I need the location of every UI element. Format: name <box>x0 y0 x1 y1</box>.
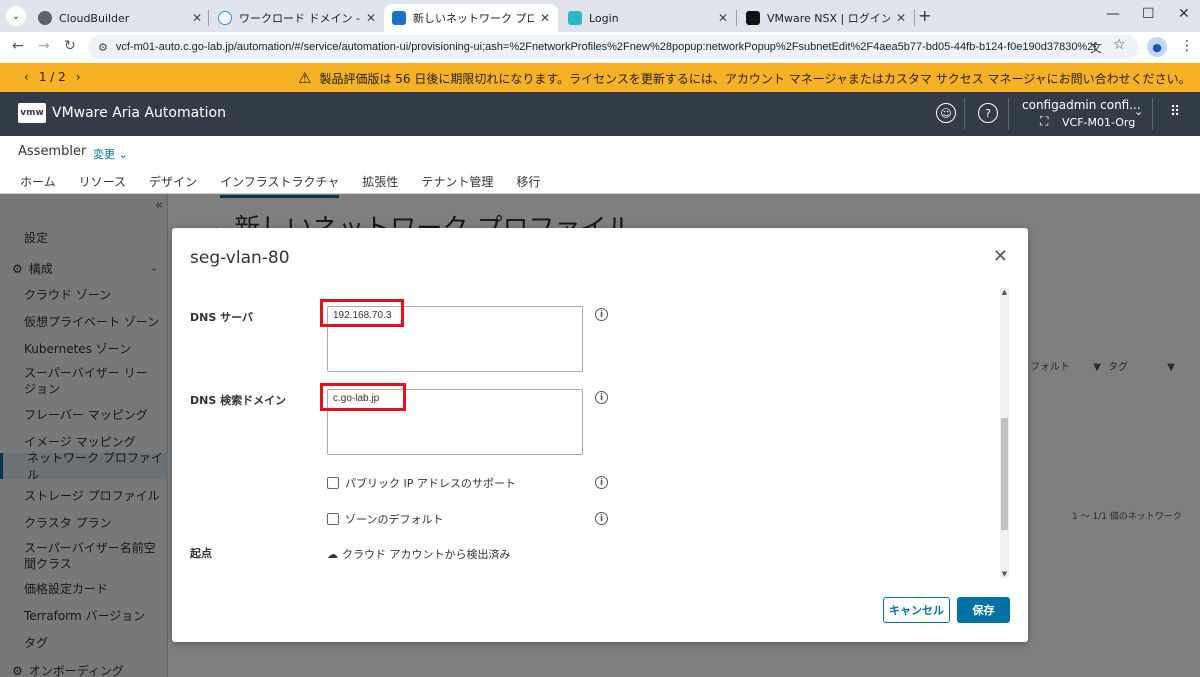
tab-label: VMware NSX | ログイン <box>767 12 890 25</box>
cancel-button[interactable]: キャンセル <box>883 597 950 623</box>
vmware-icon <box>392 11 406 25</box>
origin-value: ☁ クラウド アカウントから検出済み <box>327 546 511 562</box>
tab-divider <box>914 10 915 26</box>
organization-icon: ⛶ <box>1040 114 1049 128</box>
app-name: VMware Aria Automation <box>52 105 226 121</box>
tab-divider <box>736 10 737 26</box>
zone-default-label: ゾーンのデフォルト <box>345 513 444 526</box>
browser-tab-network-profile[interactable]: 新しいネットワーク プロファイル - Ass ✕ <box>384 4 558 32</box>
browser-menu-icon[interactable]: ⋮ <box>1180 38 1194 54</box>
chevron-down-icon[interactable]: ⌄ <box>1134 105 1143 118</box>
dialog-title: seg-vlan-80 <box>190 248 290 268</box>
public-ip-support-checkbox-row[interactable]: パブリック IP アドレスのサポート <box>327 475 516 491</box>
tab-label: 新しいネットワーク プロファイル - Ass <box>413 12 534 25</box>
browser-tab-bar: ⌄ CloudBuilder ✕ ワークロード ドメイン - サマリ ✕ 新しい… <box>0 0 1200 32</box>
url-text[interactable]: vcf-m01-auto.c.go-lab.jp/automation/#/se… <box>116 41 1096 53</box>
service-name: Assembler <box>18 144 87 159</box>
public-ip-checkbox[interactable] <box>327 477 339 489</box>
scroll-up-icon[interactable]: ▲ <box>1000 288 1009 296</box>
chevron-left-icon[interactable]: ‹ <box>24 70 29 84</box>
dialog-scrollbar[interactable]: ▲ ▼ <box>1000 288 1009 578</box>
save-button[interactable]: 保存 <box>957 597 1010 623</box>
vmware-logo: vmw <box>18 103 46 123</box>
chevron-right-icon[interactable]: › <box>76 70 81 84</box>
translate-icon[interactable]: 文 <box>1090 39 1102 56</box>
zone-default-checkbox[interactable] <box>327 513 339 525</box>
feedback-smiley-icon[interactable]: ☺ <box>936 103 956 123</box>
tab-label: Login <box>589 11 619 25</box>
banner-pager: ‹ 1 / 2 › <box>24 70 81 84</box>
origin-label: 起点 <box>190 547 212 560</box>
user-org[interactable]: VCF-M01-Org <box>1062 116 1135 129</box>
chevron-down-icon[interactable]: ⌄ <box>119 148 128 161</box>
login-icon <box>568 11 582 25</box>
site-settings-icon[interactable]: ⚙ <box>98 41 108 54</box>
banner-message: ⚠ 製品評価版は 56 日後に期限切れになります。ライセンスを更新するには、アカ… <box>298 69 1191 87</box>
tab-divider <box>208 10 209 26</box>
change-service-link[interactable]: 変更 ⌄ <box>93 146 128 162</box>
info-icon[interactable]: i <box>595 391 608 404</box>
close-icon[interactable]: ✕ <box>993 246 1008 267</box>
tab-label: ワークロード ドメイン - サマリ <box>239 12 360 25</box>
close-icon[interactable]: ✕ <box>896 11 906 25</box>
forward-arrow-icon[interactable]: → <box>38 38 50 54</box>
help-icon[interactable]: ? <box>978 103 998 123</box>
info-icon[interactable]: i <box>595 512 608 525</box>
info-icon[interactable]: i <box>595 308 608 321</box>
dns-server-label: DNS サーバ <box>190 311 253 324</box>
tab-search-button[interactable]: ⌄ <box>6 6 26 26</box>
window-close-icon[interactable]: ✕ <box>1178 6 1190 22</box>
profile-avatar-icon[interactable]: ● <box>1147 37 1167 57</box>
warning-icon: ⚠ <box>298 69 312 87</box>
subnet-edit-dialog: seg-vlan-80 ✕ DNS サーバ 192.168.70.3 i DNS… <box>172 228 1028 642</box>
info-icon[interactable]: i <box>595 476 608 489</box>
dns-search-domain-label: DNS 検索ドメイン <box>190 394 287 407</box>
url-bar[interactable]: ⚙ vcf-m01-auto.c.go-lab.jp/automation/#/… <box>88 35 1138 59</box>
back-arrow-icon[interactable]: ← <box>12 38 24 54</box>
public-ip-label: パブリック IP アドレスのサポート <box>345 477 516 490</box>
minimize-icon[interactable]: — <box>1106 6 1120 22</box>
cloud-icon <box>218 11 232 25</box>
scroll-thumb[interactable] <box>1001 418 1008 530</box>
browser-tab-cloudbuilder[interactable]: CloudBuilder ✕ <box>30 4 210 32</box>
dns-search-domain-field[interactable]: c.go-lab.jp <box>327 389 583 455</box>
close-icon[interactable]: ✕ <box>718 11 728 25</box>
scroll-down-icon[interactable]: ▼ <box>1000 570 1009 578</box>
zone-default-checkbox-row[interactable]: ゾーンのデフォルト <box>327 511 443 527</box>
banner-text: 製品評価版は 56 日後に期限切れになります。ライセンスを更新するには、アカウン… <box>319 71 1191 86</box>
close-icon[interactable]: ✕ <box>366 11 376 25</box>
app-switcher-grid-icon[interactable]: ⠿ <box>1170 104 1180 120</box>
nsx-icon <box>746 11 760 25</box>
origin-text: クラウド アカウントから検出済み <box>342 548 511 561</box>
license-banner: ‹ 1 / 2 › ⚠ 製品評価版は 56 日後に期限切れになります。ライセンス… <box>0 63 1200 92</box>
header-divider <box>964 98 965 130</box>
app-header: vmw VMware Aria Automation ☺ ? configadm… <box>0 92 1200 136</box>
banner-page-count: 1 / 2 <box>38 70 66 84</box>
reload-icon[interactable]: ↻ <box>64 38 76 54</box>
new-tab-button[interactable]: + <box>918 6 931 25</box>
browser-tab-login[interactable]: Login ✕ <box>560 4 736 32</box>
dns-server-field[interactable]: 192.168.70.3 <box>327 306 583 372</box>
header-divider <box>1008 98 1009 130</box>
user-name[interactable]: configadmin confi... <box>1022 98 1141 112</box>
maximize-icon[interactable]: ☐ <box>1142 6 1155 22</box>
close-icon[interactable]: ✕ <box>192 11 202 25</box>
header-divider <box>1152 98 1153 130</box>
browser-tab-nsx[interactable]: VMware NSX | ログイン ✕ <box>738 4 914 32</box>
address-bar-row: ← → ↻ ⚙ vcf-m01-auto.c.go-lab.jp/automat… <box>0 32 1200 62</box>
close-icon[interactable]: ✕ <box>540 11 550 25</box>
bookmark-star-icon[interactable]: ☆ <box>1113 37 1126 53</box>
cloud-icon: ☁ <box>327 547 338 561</box>
tab-label: CloudBuilder <box>59 11 130 25</box>
app-nav: Assembler 変更 ⌄ ホーム リソース デザイン インフラストラクチャ … <box>0 136 1200 198</box>
globe-icon <box>38 11 52 25</box>
change-label[interactable]: 変更 <box>93 148 115 161</box>
browser-tab-workload-domain[interactable]: ワークロード ドメイン - サマリ ✕ <box>210 4 384 32</box>
